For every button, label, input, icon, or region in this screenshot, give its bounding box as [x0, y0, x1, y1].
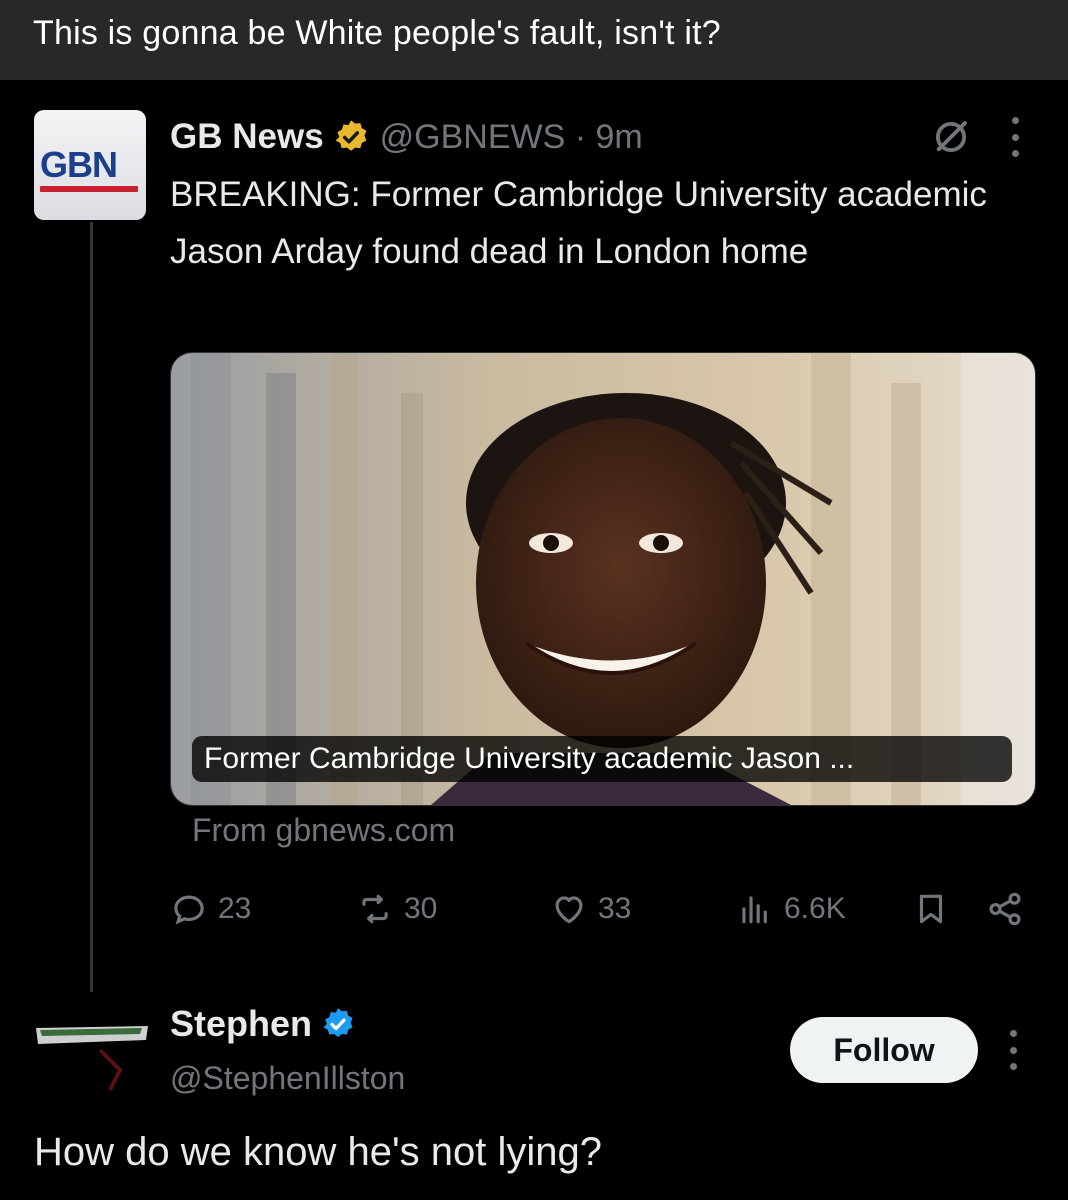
more-icon[interactable] — [1010, 117, 1020, 157]
verified-gold-icon — [335, 120, 367, 151]
reply-button[interactable]: 23 — [170, 884, 251, 934]
follow-button[interactable]: Follow — [790, 1017, 978, 1083]
caption-bar: This is gonna be White people's fault, i… — [0, 0, 1068, 80]
repost-icon — [362, 894, 388, 924]
repost-count: 30 — [404, 892, 438, 925]
reply-icon — [174, 895, 204, 925]
logo-stripe — [40, 186, 138, 192]
verified-blue-icon — [323, 1008, 353, 1038]
grok-icon[interactable] — [930, 116, 972, 158]
action-bar: 23 30 33 6.6K — [170, 884, 1040, 934]
gb-news-logo: GBN — [40, 144, 118, 185]
bookmark-button[interactable] — [912, 884, 950, 934]
reply-count: 23 — [218, 892, 252, 925]
reply-text: How do we know he's not lying? — [34, 1130, 602, 1174]
link-card[interactable]: Former Cambridge University academic Jas… — [170, 352, 1036, 806]
reply-author-handle: @StephenIllston — [170, 1060, 406, 1096]
tweet-header: GB News @GBNEWS · 9m — [170, 112, 643, 162]
reply-author-name[interactable]: Stephen — [170, 1003, 312, 1045]
like-count: 33 — [598, 892, 632, 925]
link-card-title: Former Cambridge University academic Jas… — [192, 736, 1012, 782]
reply-more-icon[interactable] — [1008, 1030, 1018, 1070]
post-caption: This is gonna be White people's fault, i… — [33, 14, 721, 52]
thread-line — [90, 222, 93, 992]
tweet-text: BREAKING: Former Cambridge University ac… — [170, 175, 987, 271]
views-button[interactable]: 6.6K — [736, 884, 846, 934]
screenshot-page: This is gonna be White people's fault, i… — [0, 0, 1068, 1200]
views-count: 6.6K — [784, 892, 846, 925]
author-name[interactable]: GB News — [170, 117, 324, 157]
link-source[interactable]: From gbnews.com — [192, 812, 455, 849]
share-button[interactable] — [986, 884, 1024, 934]
like-button[interactable]: 33 — [550, 884, 631, 934]
reply-header: Stephen — [170, 1000, 356, 1048]
author-handle-time: @GBNEWS · 9m — [379, 117, 643, 156]
gb-news-avatar[interactable]: GBN — [34, 110, 146, 220]
views-icon — [742, 896, 767, 924]
reply-avatar[interactable] — [30, 1000, 150, 1110]
share-icon — [989, 892, 1021, 926]
bookmark-icon — [919, 894, 943, 924]
like-icon — [555, 896, 583, 924]
tweet-header-actions — [930, 112, 1020, 162]
repost-button[interactable]: 30 — [356, 884, 437, 934]
